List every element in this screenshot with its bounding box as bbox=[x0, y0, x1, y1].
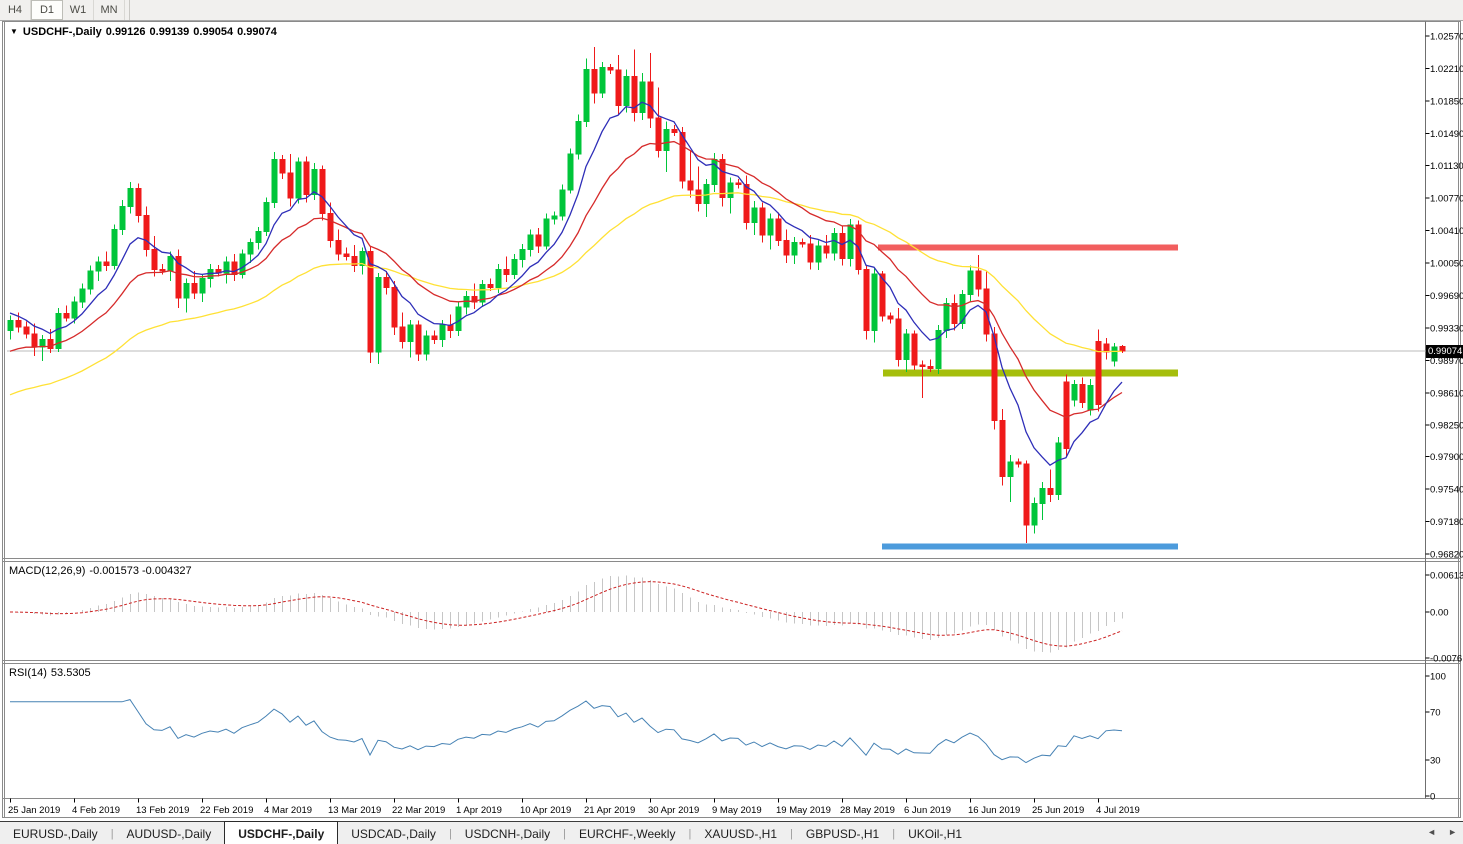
rsi-label: RSI(14) bbox=[9, 667, 47, 679]
macd-axis-label: 0.00613 bbox=[1430, 571, 1463, 582]
rsi-axis-label: 100 bbox=[1430, 672, 1446, 683]
price-axis-label: 1.02210 bbox=[1430, 64, 1463, 75]
tab-eurchf-weekly[interactable]: EURCHF-,Weekly bbox=[566, 822, 688, 844]
date-axis-label: 13 Mar 2019 bbox=[328, 805, 381, 816]
rsi-pane-header: RSI(14) 53.5305 bbox=[9, 667, 91, 679]
date-axis-label: 4 Mar 2019 bbox=[264, 805, 312, 816]
price-axis-label: 1.02570 bbox=[1430, 32, 1463, 43]
rsi-axis-label: 0 bbox=[1430, 792, 1435, 803]
date-axis-label: 9 May 2019 bbox=[712, 805, 762, 816]
chart-canvas[interactable]: 1.02570 1.02210 1.01850 1.01490 1.01130 1.007… bbox=[0, 0, 1463, 844]
timeframe-button-w1[interactable]: W1 bbox=[63, 0, 94, 20]
current-price-tag: 0.99074 bbox=[1426, 345, 1463, 358]
price-axis-label: 0.97180 bbox=[1430, 517, 1463, 528]
date-axis-label: 22 Feb 2019 bbox=[200, 805, 253, 816]
price-axis-label: 0.97540 bbox=[1430, 485, 1463, 496]
date-axis-label: 28 May 2019 bbox=[840, 805, 895, 816]
tab-usdcad-daily[interactable]: USDCAD-,Daily bbox=[338, 822, 449, 844]
chart-title: ▼ USDCHF-,Daily 0.99126 0.99139 0.99054 0.990… bbox=[10, 26, 277, 38]
macd-axis-label: 0.00 bbox=[1430, 608, 1449, 619]
macd-values: -0.001573 -0.004327 bbox=[89, 565, 192, 577]
close-value: 0.99074 bbox=[237, 26, 277, 38]
date-axis-label: 4 Jul 2019 bbox=[1096, 805, 1140, 816]
tab-xauusd-h1[interactable]: XAUUSD-,H1 bbox=[691, 822, 790, 844]
date-axis-label: 6 Jun 2019 bbox=[904, 805, 951, 816]
price-axis-label: 1.00770 bbox=[1430, 194, 1463, 205]
timeframe-button-d1[interactable]: D1 bbox=[31, 0, 63, 20]
date-axis-label: 19 May 2019 bbox=[776, 805, 831, 816]
price-axis-label: 1.01850 bbox=[1430, 96, 1463, 107]
tab-gbpusd-h1[interactable]: GBPUSD-,H1 bbox=[793, 822, 892, 844]
date-axis-label: 16 Jun 2019 bbox=[968, 805, 1020, 816]
price-axis-label: 1.01490 bbox=[1430, 129, 1463, 140]
open-value: 0.99126 bbox=[105, 26, 146, 38]
tab-usdchf-daily[interactable]: USDCHF-,Daily bbox=[224, 821, 339, 844]
high-value: 0.99139 bbox=[149, 26, 190, 38]
price-axis-label: 0.98250 bbox=[1430, 421, 1463, 432]
timeframe-button-h4[interactable]: H4 bbox=[0, 0, 31, 20]
tab-scroll-right-icon[interactable]: ► bbox=[1448, 826, 1457, 838]
macd-pane-header: MACD(12,26,9) -0.001573 -0.004327 bbox=[9, 565, 192, 577]
tab-ukoil-h1[interactable]: UKOil-,H1 bbox=[895, 822, 975, 844]
symbol-period-label: USDCHF-,Daily bbox=[22, 26, 102, 38]
hline-support-olive bbox=[883, 369, 1178, 377]
timeframe-toolbar: H4 D1 W1 MN bbox=[0, 0, 1463, 21]
date-axis-label: 30 Apr 2019 bbox=[648, 805, 699, 816]
price-axis-label: 1.01130 bbox=[1430, 161, 1463, 172]
rsi-value: 53.5305 bbox=[50, 667, 91, 679]
price-axis-label: 0.98610 bbox=[1430, 388, 1463, 399]
tab-usdcnh-daily[interactable]: USDCNH-,Daily bbox=[452, 822, 563, 844]
date-axis-label: 4 Feb 2019 bbox=[72, 805, 120, 816]
application-window: { "toolbar": { "timeframes": ["H4","D1",… bbox=[0, 0, 1463, 844]
hline-resistance-red bbox=[878, 244, 1178, 251]
timeframe-button-mn[interactable]: MN bbox=[94, 0, 125, 20]
date-axis-label: 13 Feb 2019 bbox=[136, 805, 189, 816]
macd-axis-label: -0.007612 bbox=[1430, 653, 1463, 664]
tab-scroll-left-icon[interactable]: ◄ bbox=[1427, 826, 1436, 838]
hline-support-blue bbox=[882, 543, 1178, 550]
symbol-tab-bar: EURUSD-,Daily | AUDUSD-,Daily USDCHF-,Daily… bbox=[0, 821, 1463, 844]
tab-scroll-buttons: ◄ ► bbox=[1427, 826, 1457, 838]
date-axis-label: 1 Apr 2019 bbox=[456, 805, 502, 816]
price-axis-label: 0.97900 bbox=[1430, 452, 1463, 463]
price-axis-label: 0.96820 bbox=[1430, 550, 1463, 561]
price-axis-label: 0.99330 bbox=[1430, 323, 1463, 334]
chart-collapse-icon[interactable]: ▼ bbox=[10, 27, 18, 36]
price-axis-label: 1.00410 bbox=[1430, 226, 1463, 237]
chart-window-frame bbox=[2, 21, 1461, 818]
toolbar-divider bbox=[129, 0, 130, 20]
date-axis-label: 25 Jun 2019 bbox=[1032, 805, 1084, 816]
price-axis-label: 0.99690 bbox=[1430, 291, 1463, 302]
date-axis-label: 25 Jan 2019 bbox=[8, 805, 60, 816]
low-value: 0.99054 bbox=[193, 26, 234, 38]
tab-audusd-daily[interactable]: AUDUSD-,Daily bbox=[114, 822, 225, 844]
price-axis-label: 1.00050 bbox=[1430, 259, 1463, 270]
date-axis-label: 22 Mar 2019 bbox=[392, 805, 445, 816]
date-axis-label: 21 Apr 2019 bbox=[584, 805, 635, 816]
macd-label: MACD(12,26,9) bbox=[9, 565, 86, 577]
rsi-axis-label: 30 bbox=[1430, 756, 1441, 767]
date-axis-label: 10 Apr 2019 bbox=[520, 805, 571, 816]
tab-eurusd-daily[interactable]: EURUSD-,Daily bbox=[0, 822, 111, 844]
rsi-axis-label: 70 bbox=[1430, 708, 1441, 719]
